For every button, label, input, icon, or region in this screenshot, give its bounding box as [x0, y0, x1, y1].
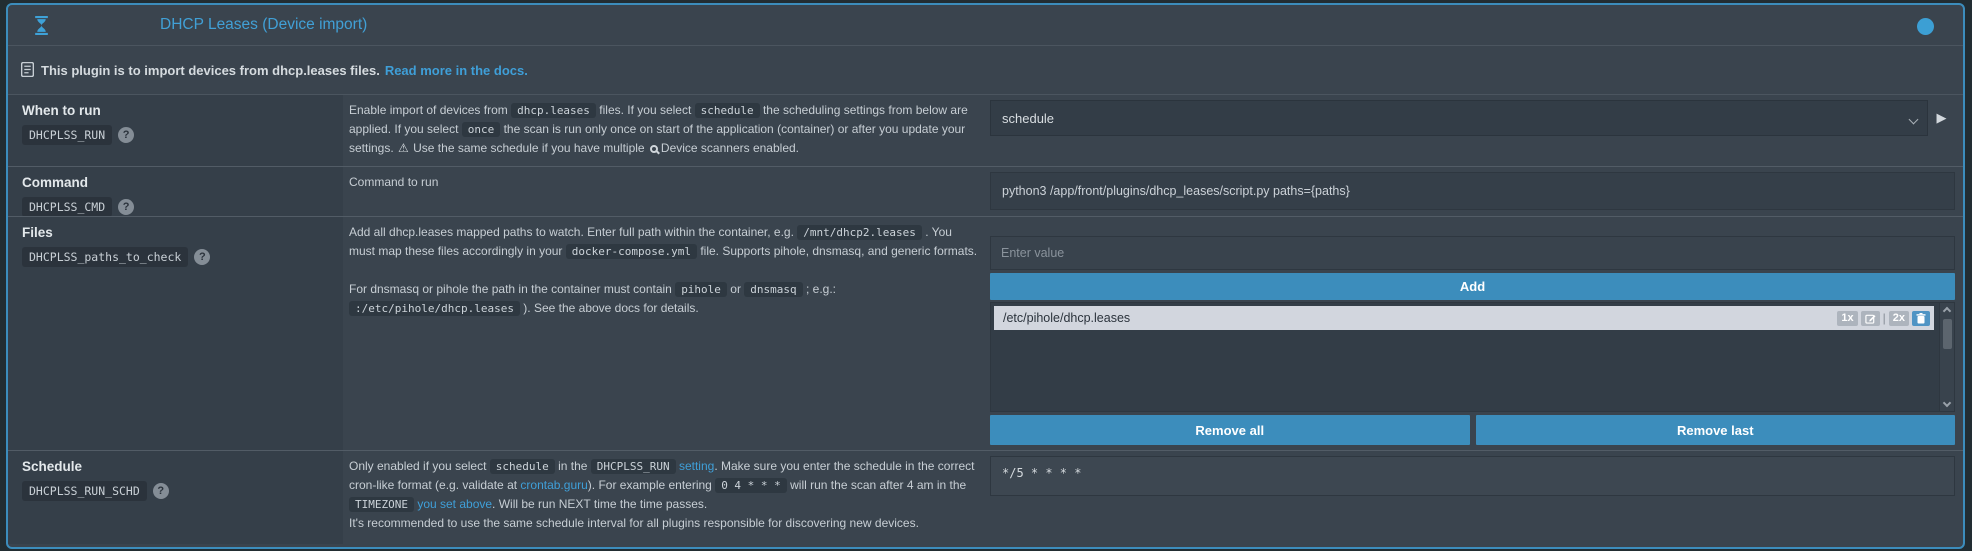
hourglass-icon	[34, 16, 49, 40]
inline-code: 0 4 * * *	[715, 478, 787, 493]
setting-name-cell: Files DHCPLSS_paths_to_check ?	[8, 217, 343, 450]
setting-name: When to run	[22, 103, 329, 118]
run-plugin-button[interactable]: ▶	[1928, 100, 1955, 136]
inline-code: :/etc/pihole/dhcp.leases	[349, 301, 520, 316]
inline-code: once	[462, 122, 501, 137]
setting-name: Command	[22, 175, 329, 190]
inline-code: dhcp.leases	[511, 103, 596, 118]
inline-code: TIMEZONE	[349, 497, 414, 512]
setting-name: Files	[22, 225, 329, 240]
files-input[interactable]	[990, 236, 1955, 270]
setting-value-cell: python3 /app/front/plugins/dhcp_leases/s…	[988, 167, 1963, 217]
delete-button[interactable]	[1912, 311, 1930, 326]
inline-code: DHCPLSS_RUN	[591, 459, 676, 474]
scroll-up-icon[interactable]	[1943, 307, 1951, 315]
files-list: /etc/pihole/dhcp.leases 1x | 2x	[990, 302, 1955, 412]
help-icon[interactable]: ?	[118, 199, 134, 215]
docs-link[interactable]: Read more in the docs.	[385, 63, 528, 78]
inline-code: schedule	[490, 459, 555, 474]
search-plus-icon	[650, 145, 658, 153]
inline-link[interactable]: setting	[679, 459, 714, 473]
scroll-down-icon[interactable]	[1943, 399, 1951, 407]
inline-link[interactable]: crontab.guru	[520, 478, 587, 492]
trash-icon	[1916, 313, 1926, 324]
run-select-value: schedule	[1002, 111, 1054, 126]
list-scrollbar[interactable]	[1939, 303, 1954, 411]
inline-code: /mnt/dhcp2.leases	[797, 225, 922, 240]
panel-header: DHCP Leases (Device import)	[8, 5, 1963, 46]
chevron-down-icon	[1909, 115, 1919, 125]
page-title: DHCP Leases (Device import)	[160, 16, 367, 34]
setting-description: Only enabled if you select schedule in t…	[343, 451, 988, 544]
setting-description: Add all dhcp.leases mapped paths to watc…	[343, 217, 988, 450]
schedule-input[interactable]: */5 * * * *	[990, 456, 1955, 496]
setting-value-cell: */5 * * * *	[988, 451, 1963, 544]
setting-name-cell: Schedule DHCPLSS_RUN_SCHD ?	[8, 451, 343, 544]
setting-row-command: Command DHCPLSS_CMD ? Command to run pyt…	[8, 167, 1963, 217]
help-icon[interactable]: ?	[118, 127, 134, 143]
file-path: /etc/pihole/dhcp.leases	[1003, 311, 1130, 325]
info-bar: This plugin is to import devices from dh…	[8, 46, 1963, 95]
setting-name-cell: Command DHCPLSS_CMD ?	[8, 167, 343, 217]
setting-name-cell: When to run DHCPLSS_RUN ?	[8, 95, 343, 166]
setting-value-cell: schedule ▶	[988, 95, 1963, 166]
setting-value-cell: Add /etc/pihole/dhcp.leases 1x | 2x	[988, 217, 1963, 450]
plugin-enabled-indicator[interactable]	[1917, 18, 1934, 35]
run-select[interactable]: schedule	[990, 100, 1928, 136]
plugin-panel: DHCP Leases (Device import) This plugin …	[6, 3, 1965, 549]
inline-code: pihole	[675, 282, 727, 297]
edit-icon	[1865, 313, 1876, 324]
docs-icon	[21, 62, 34, 80]
multiplier-1x-chip[interactable]: 1x	[1837, 311, 1857, 326]
setting-row-when-to-run: When to run DHCPLSS_RUN ? Enable import …	[8, 95, 1963, 167]
warning-icon: ⚠	[397, 141, 410, 155]
play-icon: ▶	[1937, 110, 1947, 126]
setting-description: Enable import of devices from dhcp.lease…	[343, 95, 988, 166]
remove-all-button[interactable]: Remove all	[990, 415, 1470, 445]
multiplier-2x-chip[interactable]: 2x	[1889, 311, 1909, 326]
setting-description: Command to run	[343, 167, 988, 217]
inline-code: docker-compose.yml	[566, 244, 697, 259]
inline-code: dnsmasq	[744, 282, 802, 297]
setting-key-badge: DHCPLSS_RUN_SCHD	[22, 481, 147, 501]
inline-link[interactable]: you set above	[417, 497, 492, 511]
command-input[interactable]: python3 /app/front/plugins/dhcp_leases/s…	[990, 172, 1955, 210]
scroll-thumb[interactable]	[1943, 319, 1952, 349]
edit-button[interactable]	[1861, 311, 1880, 326]
setting-key-badge: DHCPLSS_RUN	[22, 125, 112, 145]
chip-separator: |	[1883, 311, 1886, 325]
setting-key-badge: DHCPLSS_paths_to_check	[22, 247, 188, 267]
setting-name: Schedule	[22, 459, 329, 474]
file-item[interactable]: /etc/pihole/dhcp.leases 1x | 2x	[994, 306, 1934, 330]
setting-row-files: Files DHCPLSS_paths_to_check ? Add all d…	[8, 217, 1963, 451]
setting-row-schedule: Schedule DHCPLSS_RUN_SCHD ? Only enabled…	[8, 451, 1963, 544]
help-icon[interactable]: ?	[153, 483, 169, 499]
remove-last-button[interactable]: Remove last	[1476, 415, 1956, 445]
inline-code: schedule	[695, 103, 760, 118]
setting-key-badge: DHCPLSS_CMD	[22, 197, 112, 217]
info-text: This plugin is to import devices from dh…	[41, 63, 380, 78]
help-icon[interactable]: ?	[194, 249, 210, 265]
add-button[interactable]: Add	[990, 273, 1955, 300]
